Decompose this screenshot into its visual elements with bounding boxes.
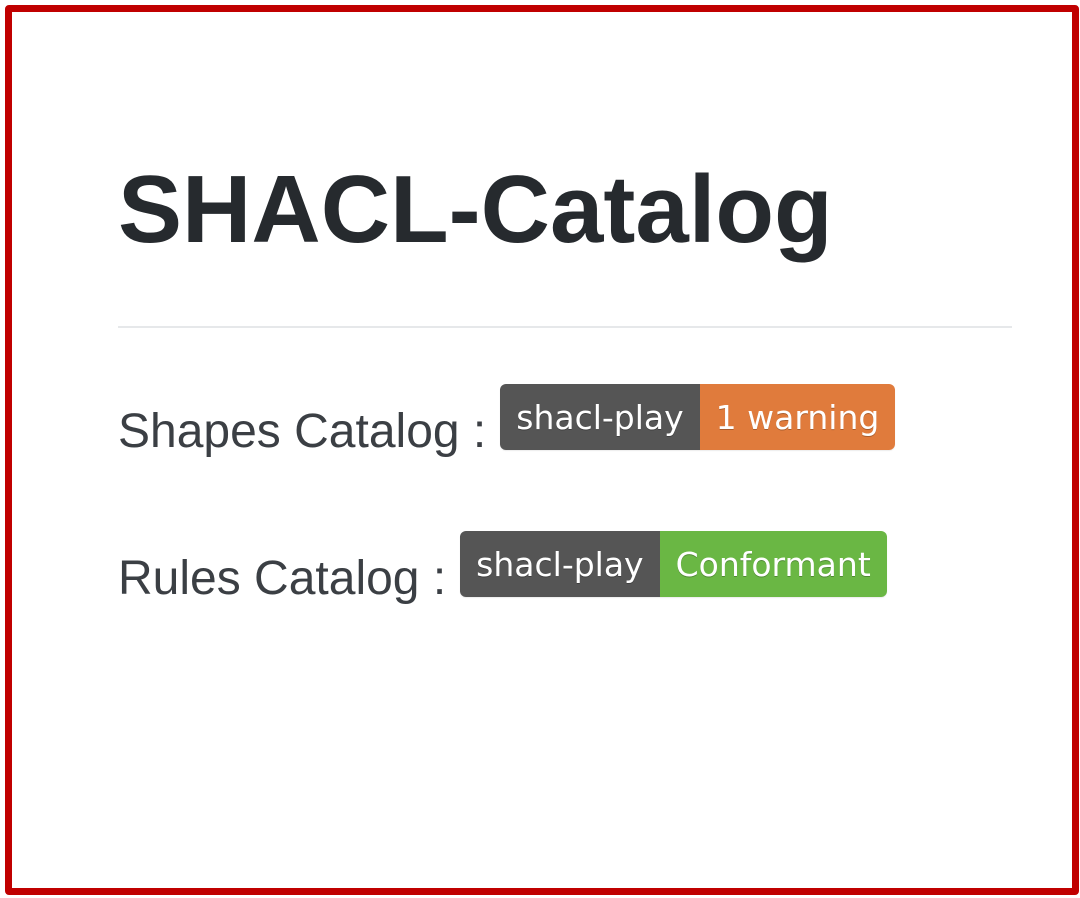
rules-catalog-label: Rules Catalog :: [118, 552, 447, 605]
shapes-badge-status: 1 warning: [699, 384, 896, 450]
page-title: SHACL-Catalog: [118, 156, 833, 263]
page-frame: SHACL-Catalog Shapes Catalog : shacl-pla…: [5, 5, 1079, 895]
shapes-catalog-status-badge[interactable]: shacl-play 1 warning: [500, 384, 896, 450]
rules-catalog-row: Rules Catalog : shacl-play Conformant: [118, 531, 887, 603]
shapes-catalog-label: Shapes Catalog :: [118, 405, 487, 458]
shapes-badge-name: shacl-play: [500, 384, 700, 450]
rules-badge-name: shacl-play: [460, 531, 660, 597]
rules-badge-status: Conformant: [659, 531, 887, 597]
rules-catalog-status-badge[interactable]: shacl-play Conformant: [460, 531, 887, 597]
title-divider: [118, 326, 1012, 328]
shapes-catalog-row: Shapes Catalog : shacl-play 1 warning: [118, 384, 896, 458]
